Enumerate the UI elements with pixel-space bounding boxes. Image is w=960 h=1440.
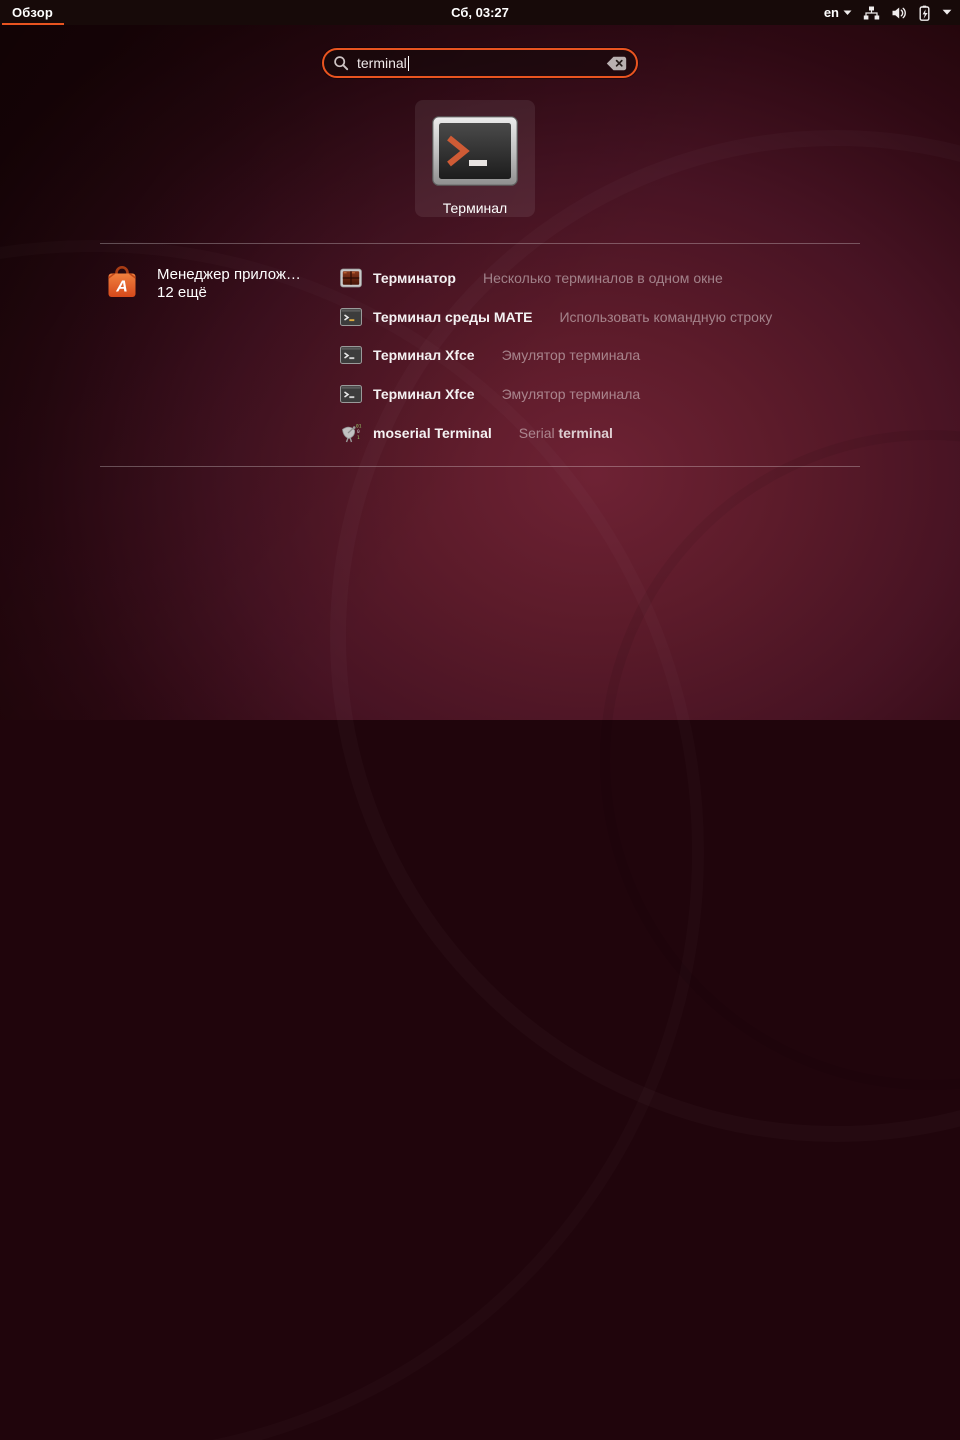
result-row-terminator[interactable]: Терминатор Несколько терминалов в одном …: [339, 259, 772, 298]
app-tile-label: Терминал: [443, 200, 507, 216]
result-description: Serial terminal: [519, 425, 613, 441]
result-title: Терминал Xfce: [373, 347, 475, 363]
result-row-mate-terminal[interactable]: Терминал среды MATE Использовать командн…: [339, 298, 772, 337]
search-icon: [333, 55, 349, 71]
xfce-terminal-icon: [339, 382, 363, 406]
result-row-xfce-terminal[interactable]: Терминал Xfce Эмулятор терминала: [339, 375, 772, 414]
activities-button[interactable]: Обзор: [12, 0, 53, 25]
result-description: Эмулятор терминала: [502, 386, 641, 402]
software-result-title: Менеджер прилож…: [157, 266, 301, 284]
svg-text:A: A: [115, 279, 128, 296]
search-input[interactable]: terminal: [322, 48, 638, 78]
app-result-terminal[interactable]: Терминал: [415, 100, 535, 217]
ubuntu-software-icon: A: [105, 266, 139, 305]
clock[interactable]: Сб, 03:27: [451, 0, 509, 25]
clear-search-icon[interactable]: [606, 56, 627, 71]
terminator-icon: [339, 266, 363, 290]
xfce-terminal-icon: [339, 343, 363, 367]
result-title: Терминал среды MATE: [373, 309, 532, 325]
search-results-list: Терминатор Несколько терминалов в одном …: [339, 259, 772, 452]
result-description: Использовать командную строку: [559, 309, 772, 325]
results-divider-top: [100, 243, 860, 244]
moserial-icon: 01 0 1: [339, 421, 363, 445]
svg-text:0: 0: [357, 429, 360, 435]
result-row-moserial[interactable]: 01 0 1 moserial Terminal Serial terminal: [339, 413, 772, 452]
status-area: en: [824, 0, 952, 25]
svg-text:1: 1: [357, 435, 360, 441]
network-icon[interactable]: [863, 5, 880, 21]
software-manager-result[interactable]: A Менеджер прилож… 12 ещё: [105, 266, 301, 305]
mate-terminal-icon: [339, 305, 363, 329]
terminal-app-icon: [432, 116, 518, 191]
result-description: Эмулятор терминала: [502, 347, 641, 363]
result-title: moserial Terminal: [373, 425, 492, 441]
keyboard-layout-indicator[interactable]: en: [824, 5, 852, 20]
result-title: Терминатор: [373, 270, 456, 286]
search-match-highlight: terminal: [558, 425, 612, 441]
result-row-xfce-terminal[interactable]: Терминал Xfce Эмулятор терминала: [339, 336, 772, 375]
activities-active-underline: [2, 23, 64, 25]
top-bar: Обзор Сб, 03:27 en: [0, 0, 960, 25]
svg-text:01: 01: [356, 423, 362, 429]
results-divider-bottom: [100, 466, 860, 467]
system-menu-caret-icon[interactable]: [942, 9, 952, 16]
result-title: Терминал Xfce: [373, 386, 475, 402]
more-results-count: 12 ещё: [157, 284, 301, 302]
result-description: Несколько терминалов в одном окне: [483, 270, 723, 286]
wallpaper-arc: [600, 430, 960, 1090]
search-query-text: terminal: [357, 55, 606, 71]
text-cursor: [408, 56, 409, 71]
keyboard-layout-label: en: [824, 5, 839, 20]
battery-icon[interactable]: [918, 5, 931, 21]
volume-icon[interactable]: [891, 5, 907, 21]
chevron-down-icon: [843, 10, 852, 16]
